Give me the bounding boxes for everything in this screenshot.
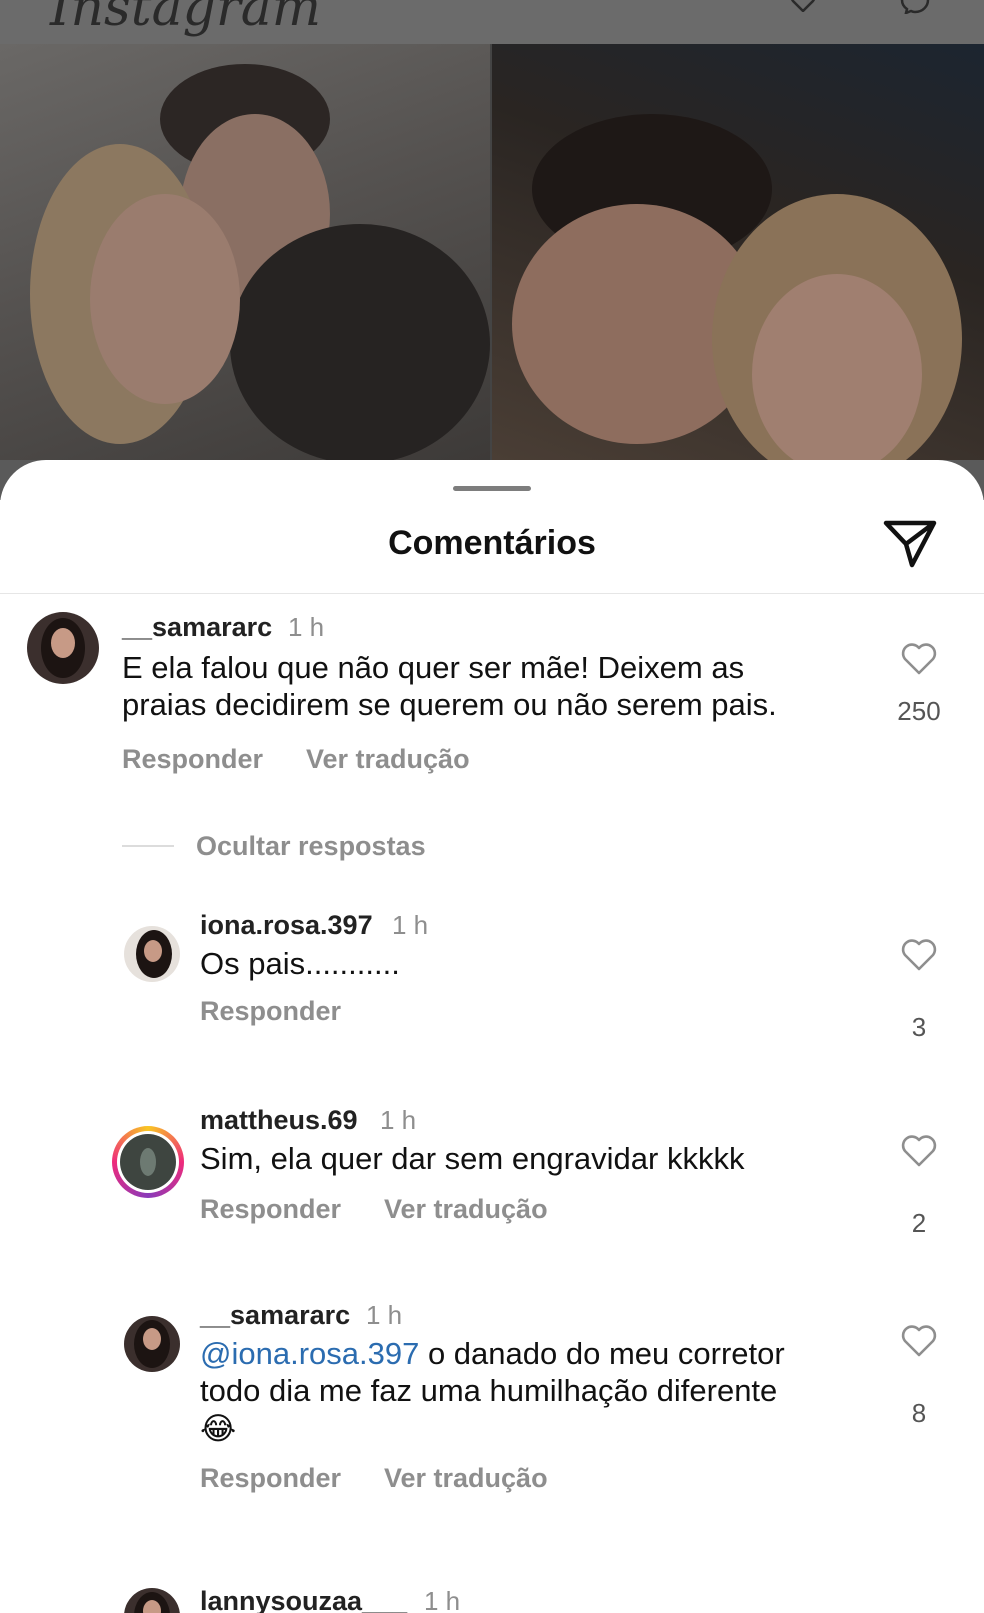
post-photo-right [492,44,984,460]
like-heart-icon[interactable] [900,642,938,676]
avatar-shape [51,628,75,658]
comment-text-line: @iona.rosa.397 o danado do meu corretor [200,1335,785,1372]
dimmed-background: Instagram [0,0,984,500]
comment-username[interactable]: iona.rosa.397 [200,910,373,941]
comments-sheet: Comentários __samararc 1 h E ela falou q… [0,460,984,1613]
like-heart-icon[interactable] [900,1324,938,1358]
comment-text-line: praias decidirem se querem ou não serem … [122,687,777,722]
comment-text-line: Os pais........... [200,946,400,981]
comment-text-fragment: o danado do meu corretor [419,1336,785,1371]
like-heart-icon[interactable] [900,938,938,972]
top-bar: Instagram [0,0,984,44]
comment-text-line: E ela falou que não quer ser mãe! Deixem… [122,650,745,685]
avatar-shape [140,1148,156,1176]
comment-text-line: Sim, ela quer dar sem engravidar kkkkk [200,1141,745,1176]
sheet-title: Comentários [388,524,596,562]
comment-username[interactable]: __samararc [200,1300,350,1331]
avatar-shape [144,940,162,962]
comment-time: 1 h [392,910,429,940]
hide-replies-button[interactable]: Ocultar respostas [196,831,426,862]
reply-button[interactable]: Responder [200,996,341,1027]
see-translation-button[interactable]: Ver tradução [306,744,470,775]
messenger-icon[interactable] [900,0,930,14]
comment-time: 1 h [366,1300,403,1330]
photo-shape [230,224,490,460]
reply-button[interactable]: Responder [200,1194,341,1225]
post-photo-left [0,44,490,460]
comment-time: 1 h [288,612,325,642]
photo-shape [752,274,922,460]
send-icon[interactable] [882,517,938,569]
avatar[interactable] [124,926,180,982]
see-translation-button[interactable]: Ver tradução [384,1463,548,1494]
comment-username[interactable]: lannysouzaa___ [200,1586,407,1613]
comment-text-line: todo dia me faz uma humilhação diferente [200,1373,778,1408]
avatar[interactable] [120,1134,176,1190]
see-translation-button[interactable]: Ver tradução [384,1194,548,1225]
like-count: 3 [911,1012,927,1042]
photo-shape [90,194,240,404]
like-count: 8 [911,1398,927,1428]
comment-time: 1 h [380,1105,417,1135]
avatar-shape [143,1328,161,1350]
sheet-grabber[interactable] [453,486,531,491]
comment-username[interactable]: mattheus.69 [200,1105,358,1136]
avatar[interactable] [124,1316,180,1372]
reply-button[interactable]: Responder [122,744,263,775]
avatar[interactable] [27,612,99,684]
heart-icon[interactable] [790,0,816,12]
like-count: 250 [897,696,941,726]
like-count: 2 [911,1208,927,1238]
instagram-logo: Instagram [50,0,322,38]
avatar[interactable] [124,1588,180,1613]
comment-username[interactable]: __samararc [122,612,272,643]
laughing-emoji: 😂 [200,1411,237,1447]
mention-link[interactable]: @iona.rosa.397 [200,1336,419,1371]
sheet-divider [0,593,984,594]
comment-time: 1 h [424,1586,461,1613]
replies-divider-line [122,845,174,847]
reply-button[interactable]: Responder [200,1463,341,1494]
like-heart-icon[interactable] [900,1134,938,1168]
